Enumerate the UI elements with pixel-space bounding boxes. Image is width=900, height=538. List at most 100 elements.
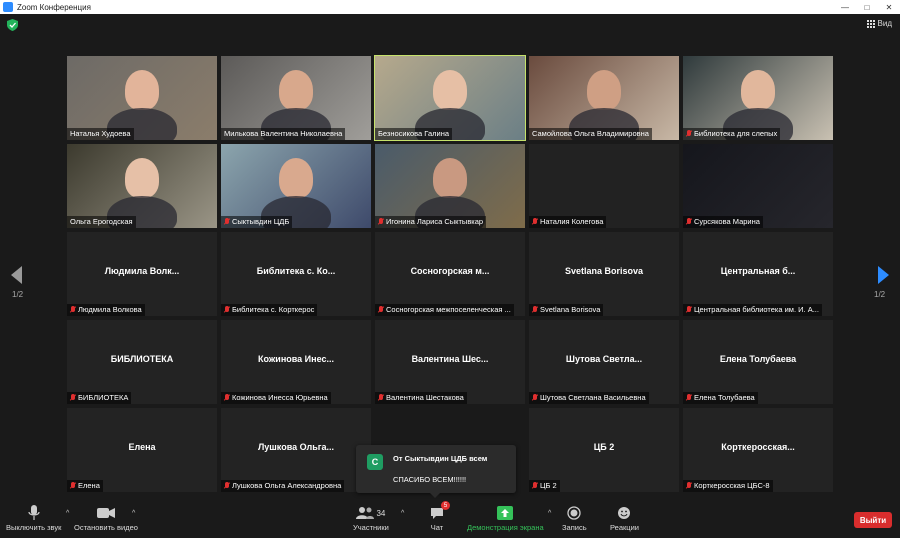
participant-name-tile[interactable]: Лушкова Ольга... Лушкова Ольга Александро… [221, 408, 371, 492]
muted-microphone-icon [686, 218, 692, 226]
participant-video-tile[interactable]: Сыктывдин ЦДБ [221, 144, 371, 228]
participant-name-tile[interactable]: Елена Толубаева Елена Толубаева [683, 320, 833, 404]
participant-name-tile[interactable]: Валентина Шес... Валентина Шестакова [375, 320, 525, 404]
participant-name-label: Сосногорская межпоселенческая ... [375, 304, 514, 316]
participant-name-tile[interactable]: ЦБ 2 ЦБ 2 [529, 408, 679, 492]
page-indicator-left: 1/2 [12, 290, 24, 299]
gallery-grid: Наталья Худоева Милькова Валентина Никола… [67, 55, 833, 494]
chat-label: Чат [430, 523, 444, 532]
participant-name-text: Елена Толубаева [694, 393, 755, 402]
chat-notification-pointer [430, 493, 440, 498]
participant-display-name: Центральная б... [720, 266, 796, 276]
participant-display-name: Библитека с. Ко... [256, 266, 336, 276]
participant-name-tile[interactable]: Svetlana Borisova Svetlana Borisova [529, 232, 679, 316]
participants-options-caret-icon[interactable]: ^ [401, 510, 404, 517]
participant-video-tile[interactable]: Наталья Худоева [67, 56, 217, 140]
participant-name-tile[interactable]: Кожинова Инес... Кожинова Инесса Юрьевна [221, 320, 371, 404]
participant-name-text: Сыктывдин ЦДБ [232, 217, 290, 226]
participant-video-tile[interactable]: Игонина Лариса Сыктывкар [375, 144, 525, 228]
participant-display-name: Лушкова Ольга... [257, 442, 334, 452]
mute-label: Выключить звук [6, 523, 62, 532]
participant-name-text: Корткеросская ЦБС-8 [694, 481, 770, 490]
participant-name-label: Библиотека для слепых [683, 128, 781, 140]
participant-name-label: Самойлова Ольга Владимировна [529, 128, 652, 140]
stop-video-button[interactable]: Остановить видео [74, 503, 138, 532]
participant-video-tile[interactable]: Сурсякова Марина [683, 144, 833, 228]
share-options-caret-icon[interactable]: ^ [548, 510, 551, 517]
participant-name-text: Наталья Худоева [70, 129, 131, 138]
participants-icon [356, 507, 375, 519]
participant-display-name: Шутова Светла... [565, 354, 643, 364]
participant-name-text: Кожинова Инесса Юрьевна [232, 393, 328, 402]
share-screen-label: Демонстрация экрана [467, 523, 544, 532]
minimize-button[interactable]: — [834, 0, 856, 14]
close-button[interactable]: ✕ [878, 0, 900, 14]
chat-button[interactable]: 5 Чат [430, 501, 450, 532]
muted-microphone-icon [532, 482, 538, 490]
participants-count: 34 [376, 508, 386, 518]
participant-name-tile[interactable]: Центральная б... Центральная библиотека и… [683, 232, 833, 316]
participant-name-text: Библитека с. Корткерос [232, 305, 315, 314]
meeting-toolbar: Выключить звук ^ Остановить видео ^ 34 У… [0, 500, 900, 538]
title-bar: Zoom Конференция — □ ✕ [0, 0, 900, 14]
participant-silhouette [587, 70, 621, 110]
participant-name-tile[interactable]: Шутова Светла... Шутова Светлана Васильев… [529, 320, 679, 404]
record-button[interactable]: Запись [562, 503, 587, 532]
muted-microphone-icon [224, 394, 230, 402]
participants-label: Участники [353, 523, 389, 532]
muted-microphone-icon [224, 306, 230, 314]
reactions-button[interactable]: Реакции [610, 503, 639, 532]
participant-display-name: Сосногорская м... [410, 266, 490, 276]
leave-meeting-button[interactable]: Выйти [854, 512, 892, 528]
muted-microphone-icon [70, 306, 76, 314]
previous-page-arrow-icon[interactable] [10, 266, 24, 284]
chat-notification[interactable]: С От Сыктывдин ЦДБ всем СПАСИБО ВСЕМ!!!!… [356, 445, 516, 493]
chat-notification-message: СПАСИБО ВСЕМ!!!!!! [393, 475, 467, 484]
reactions-label: Реакции [610, 523, 639, 532]
chat-unread-badge: 5 [441, 501, 450, 510]
participant-name-text: Лушкова Ольга Александровна [232, 481, 342, 490]
participant-name-label: Милькова Валентина Николаевна [221, 128, 346, 140]
page-indicator-right: 1/2 [874, 290, 886, 299]
participant-name-label: Безносикова Галина [375, 128, 453, 140]
participant-silhouette [279, 70, 313, 110]
participant-video-tile[interactable]: Безносикова Галина [374, 55, 526, 141]
participants-button[interactable]: 34 Участники [353, 503, 389, 532]
participant-video-tile[interactable]: Библиотека для слепых [683, 56, 833, 140]
muted-microphone-icon [224, 482, 230, 490]
participant-name-tile[interactable]: БИБЛИОТЕКА БИБЛИОТЕКА [67, 320, 217, 404]
muted-microphone-icon [70, 482, 76, 490]
participant-name-text: ЦБ 2 [540, 481, 557, 490]
window-title: Zoom Конференция [17, 2, 91, 12]
mute-button[interactable]: Выключить звук [6, 503, 61, 532]
participant-display-name: Кожинова Инес... [258, 354, 334, 364]
participant-video-tile[interactable]: Самойлова Ольга Владимировна [529, 56, 679, 140]
audio-options-caret-icon[interactable]: ^ [66, 510, 69, 517]
participant-name-text: Центральная библиотека им. И. А... [694, 305, 819, 314]
participant-video-tile[interactable]: Милькова Валентина Николаевна [221, 56, 371, 140]
muted-microphone-icon [532, 218, 538, 226]
participant-video-tile[interactable]: Наталия Колегова [529, 144, 679, 228]
muted-microphone-icon [532, 394, 538, 402]
share-screen-arrow-icon [497, 506, 514, 520]
participant-name-text: Наталия Колегова [540, 217, 604, 226]
participant-name-text: Милькова Валентина Николаевна [224, 129, 343, 138]
security-shield-icon[interactable] [7, 19, 18, 31]
participant-name-tile[interactable]: Корткеросская... Корткеросская ЦБС-8 [683, 408, 833, 492]
participant-name-tile[interactable]: Сосногорская м... Сосногорская межпоселен… [375, 232, 525, 316]
participant-display-name: Валентина Шес... [411, 354, 489, 364]
participant-silhouette [741, 70, 775, 110]
participant-name-tile[interactable]: Библитека с. Ко... Библитека с. Корткерос [221, 232, 371, 316]
participant-name-tile[interactable]: Людмила Волк... Людмила Волкова [67, 232, 217, 316]
video-options-caret-icon[interactable]: ^ [132, 510, 135, 517]
participant-name-tile[interactable]: Елена Елена [67, 408, 217, 492]
participant-video-tile[interactable]: Ольга Ерогодская [67, 144, 217, 228]
view-button[interactable]: Вид [866, 19, 892, 28]
participant-display-name: Елена Толубаева [719, 354, 797, 364]
maximize-button[interactable]: □ [856, 0, 878, 14]
participant-name-text: Ольга Ерогодская [70, 217, 133, 226]
next-page-arrow-icon[interactable] [876, 266, 890, 284]
chat-notification-sender: От Сыктывдин ЦДБ всем [393, 454, 488, 463]
participant-name-label: Svetlana Borisova [529, 304, 604, 316]
share-screen-button[interactable]: Демонстрация экрана [467, 503, 544, 532]
